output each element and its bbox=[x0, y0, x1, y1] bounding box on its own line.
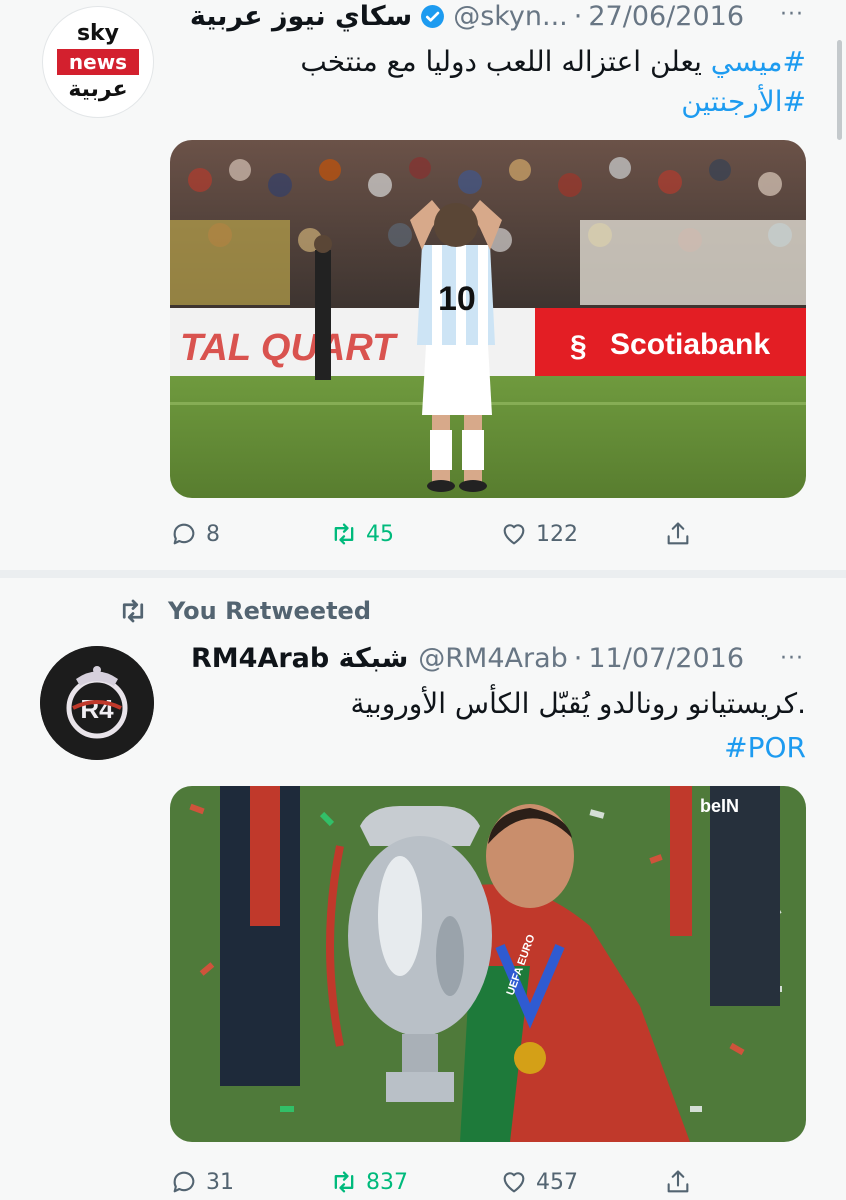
reply-count: 31 bbox=[206, 1169, 234, 1195]
more-options-icon[interactable]: ··· bbox=[780, 2, 804, 27]
svg-text:R4: R4 bbox=[80, 694, 114, 724]
heart-icon bbox=[503, 524, 525, 545]
display-name[interactable]: سكاي نيوز عربية bbox=[190, 1, 412, 32]
tweet-divider bbox=[0, 570, 846, 578]
avatar[interactable]: sky news عربية bbox=[42, 6, 154, 118]
heart-icon bbox=[503, 1172, 525, 1193]
tweet-sky-news[interactable]: sky news عربية سكاي نيوز عربية @skyn... … bbox=[0, 0, 846, 570]
separator-dot: · bbox=[573, 0, 583, 32]
retweet-icon bbox=[334, 1171, 354, 1193]
share-icon bbox=[667, 1170, 689, 1193]
verified-badge-icon bbox=[420, 4, 445, 29]
reply-icon bbox=[173, 523, 195, 545]
more-options-icon[interactable]: ··· bbox=[780, 646, 804, 671]
tweet-header: RM4Arab شبكة @RM4Arab · 11/07/2016 bbox=[191, 640, 806, 676]
share-icon bbox=[667, 522, 689, 545]
tweet-image-ronaldo[interactable]: beIN UEFA EURO bbox=[170, 786, 806, 1142]
avatar-logo-sky: sky bbox=[76, 21, 120, 46]
scrollbar[interactable] bbox=[837, 40, 842, 140]
tweet-header: سكاي نيوز عربية @skyn... · 27/06/2016 bbox=[190, 0, 806, 34]
banner-text-left: TAL QUART bbox=[180, 327, 398, 369]
tweet-actions: 8 45 122 bbox=[170, 516, 710, 552]
tweet-date[interactable]: 11/07/2016 bbox=[588, 643, 744, 674]
hashtag-link[interactable]: #POR bbox=[724, 728, 806, 768]
retweet-icon bbox=[122, 599, 144, 623]
share-button[interactable] bbox=[664, 516, 700, 552]
user-handle[interactable]: @skyn... bbox=[453, 1, 568, 32]
reply-count: 8 bbox=[206, 521, 220, 547]
tweet-date[interactable]: 27/06/2016 bbox=[588, 1, 744, 32]
reply-button[interactable]: 8 bbox=[170, 516, 220, 552]
hashtag-link[interactable]: #الأرجنتين bbox=[681, 85, 806, 118]
like-button[interactable]: 457 bbox=[500, 1164, 578, 1200]
like-count: 122 bbox=[536, 521, 578, 547]
user-handle[interactable]: @RM4Arab bbox=[418, 643, 568, 674]
retweet-context: You Retweeted bbox=[118, 596, 371, 626]
svg-text:§: § bbox=[570, 330, 587, 363]
retweet-button[interactable]: 837 bbox=[330, 1164, 408, 1200]
tweet-text-body: يعلن اعتزاله اللعب دوليا مع منتخب bbox=[300, 45, 711, 78]
banner-text-right: Scotiabank bbox=[610, 328, 770, 361]
separator-dot: · bbox=[573, 642, 583, 674]
shirt-number: 10 bbox=[438, 280, 476, 318]
hashtag-link[interactable]: #ميسي bbox=[711, 45, 806, 78]
reply-button[interactable]: 31 bbox=[170, 1164, 234, 1200]
tweet-text: .كريستيانو رونالدو يُقبّل الكأس الأوروبي… bbox=[166, 684, 806, 724]
tweet-text: #ميسي يعلن اعتزاله اللعب دوليا مع منتخب … bbox=[166, 42, 806, 122]
retweet-count: 837 bbox=[366, 1169, 408, 1195]
share-button[interactable] bbox=[664, 1164, 700, 1200]
tweet-text-body: .كريستيانو رونالدو يُقبّل الكأس الأوروبي… bbox=[350, 687, 806, 720]
like-button[interactable]: 122 bbox=[500, 516, 578, 552]
reply-icon bbox=[173, 1171, 195, 1193]
display-name[interactable]: RM4Arab شبكة bbox=[191, 643, 408, 674]
avatar-logo-news: news bbox=[57, 49, 139, 75]
retweet-button[interactable]: 45 bbox=[330, 516, 394, 552]
tweet-image-messi[interactable]: TAL QUART § Scotiabank 10 bbox=[170, 140, 806, 498]
retweet-count: 45 bbox=[366, 521, 394, 547]
avatar[interactable]: R4 bbox=[40, 646, 154, 760]
like-count: 457 bbox=[536, 1169, 578, 1195]
retweet-icon bbox=[334, 523, 354, 545]
tweet-rm4arab[interactable]: You Retweeted R4 RM4Arab شبكة @RM4Arab ·… bbox=[0, 578, 846, 1200]
avatar-logo-arabic: عربية bbox=[68, 77, 128, 102]
channel-logo: beIN bbox=[700, 796, 739, 816]
retweet-context-label: You Retweeted bbox=[168, 597, 371, 625]
tweet-actions: 31 837 457 bbox=[170, 1164, 710, 1200]
